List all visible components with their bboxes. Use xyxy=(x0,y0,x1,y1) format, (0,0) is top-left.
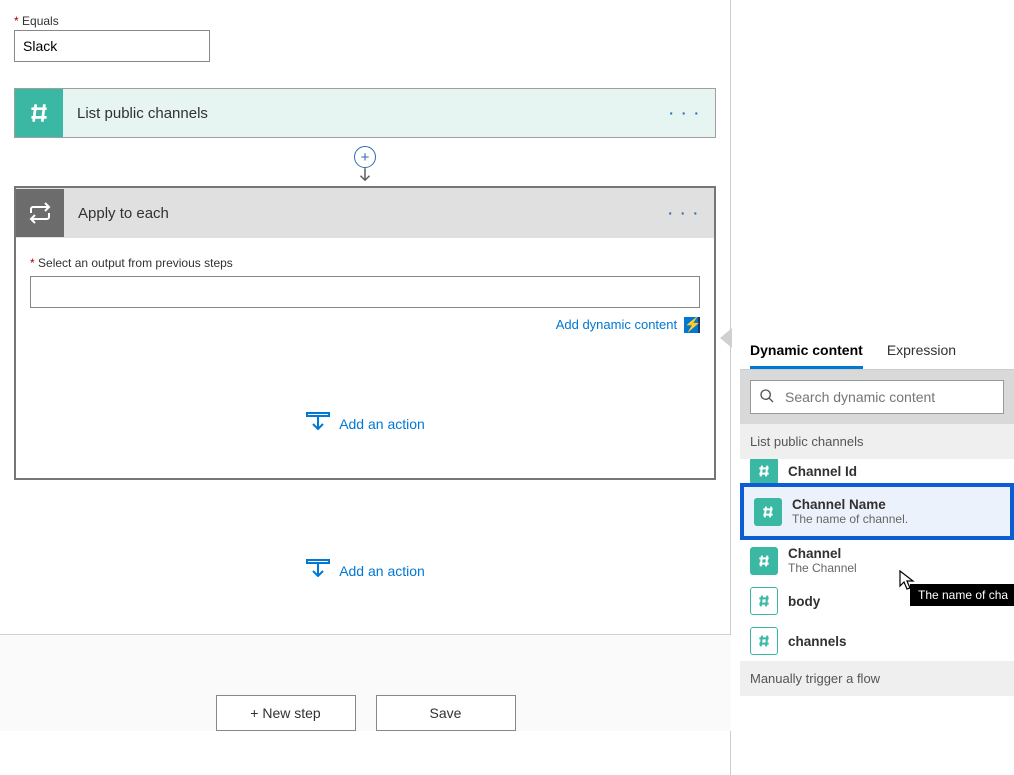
item-channel[interactable]: Channel The Channel xyxy=(740,540,1014,581)
search-icon xyxy=(759,388,775,407)
apply-each-card: Apply to each · · · * Select an output f… xyxy=(14,186,716,480)
item-channel-name[interactable]: Channel Name The name of channel. xyxy=(740,483,1014,540)
section-list-channels: List public channels xyxy=(740,424,1014,459)
search-input[interactable] xyxy=(785,389,995,405)
search-box[interactable] xyxy=(750,380,1004,414)
add-action-label: Add an action xyxy=(339,416,425,432)
add-action-icon xyxy=(305,411,331,436)
select-output-input[interactable] xyxy=(30,276,700,308)
equals-input[interactable] xyxy=(14,30,210,62)
item-channels[interactable]: channels xyxy=(740,621,1014,661)
loop-icon xyxy=(16,189,64,237)
section-manual-trigger: Manually trigger a flow xyxy=(740,661,1014,696)
tab-dynamic-content[interactable]: Dynamic content xyxy=(750,342,863,369)
item-channel-id[interactable]: Channel Id xyxy=(740,459,1014,483)
apply-each-title: Apply to each xyxy=(64,205,169,222)
tooltip: The name of cha xyxy=(910,584,1014,606)
bottom-button-bar: + New step Save xyxy=(0,634,731,731)
dynamic-content-panel: Dynamic content Expression List public c… xyxy=(740,330,1014,696)
add-dynamic-content-link[interactable]: Add dynamic content xyxy=(556,317,677,332)
card-menu-icon[interactable]: · · · xyxy=(668,205,700,221)
slack-hash-icon xyxy=(750,459,778,483)
tab-expression[interactable]: Expression xyxy=(887,342,956,369)
item-desc: The Channel xyxy=(788,561,1004,575)
item-title: Channel xyxy=(788,546,1004,561)
slack-hash-icon xyxy=(750,587,778,615)
connector: + xyxy=(14,138,716,186)
item-title: channels xyxy=(788,634,1004,649)
list-channels-card[interactable]: List public channels · · · xyxy=(14,88,716,138)
slack-hash-icon xyxy=(750,547,778,575)
add-action-outer[interactable]: Add an action xyxy=(14,558,716,583)
add-action-label: Add an action xyxy=(339,563,425,579)
select-output-label: * Select an output from previous steps xyxy=(30,256,700,270)
add-action-icon xyxy=(305,558,331,583)
dynamic-badge-icon[interactable]: ⚡ xyxy=(684,317,700,333)
item-title: Channel Id xyxy=(788,464,1004,479)
slack-hash-icon xyxy=(754,498,782,526)
new-step-button[interactable]: + New step xyxy=(216,695,356,731)
save-button[interactable]: Save xyxy=(376,695,516,731)
apply-each-header[interactable]: Apply to each · · · xyxy=(16,188,714,238)
add-action-inner[interactable]: Add an action xyxy=(30,411,700,436)
slack-hash-icon xyxy=(750,627,778,655)
callout-arrow-icon xyxy=(720,328,732,348)
equals-label: * Equals xyxy=(14,14,716,28)
item-title: Channel Name xyxy=(792,497,1000,512)
list-channels-title: List public channels xyxy=(63,105,208,122)
item-desc: The name of channel. xyxy=(792,512,1000,526)
card-menu-icon[interactable]: · · · xyxy=(669,105,701,121)
slack-hash-icon xyxy=(15,89,63,137)
insert-step-icon[interactable]: + xyxy=(354,146,376,168)
